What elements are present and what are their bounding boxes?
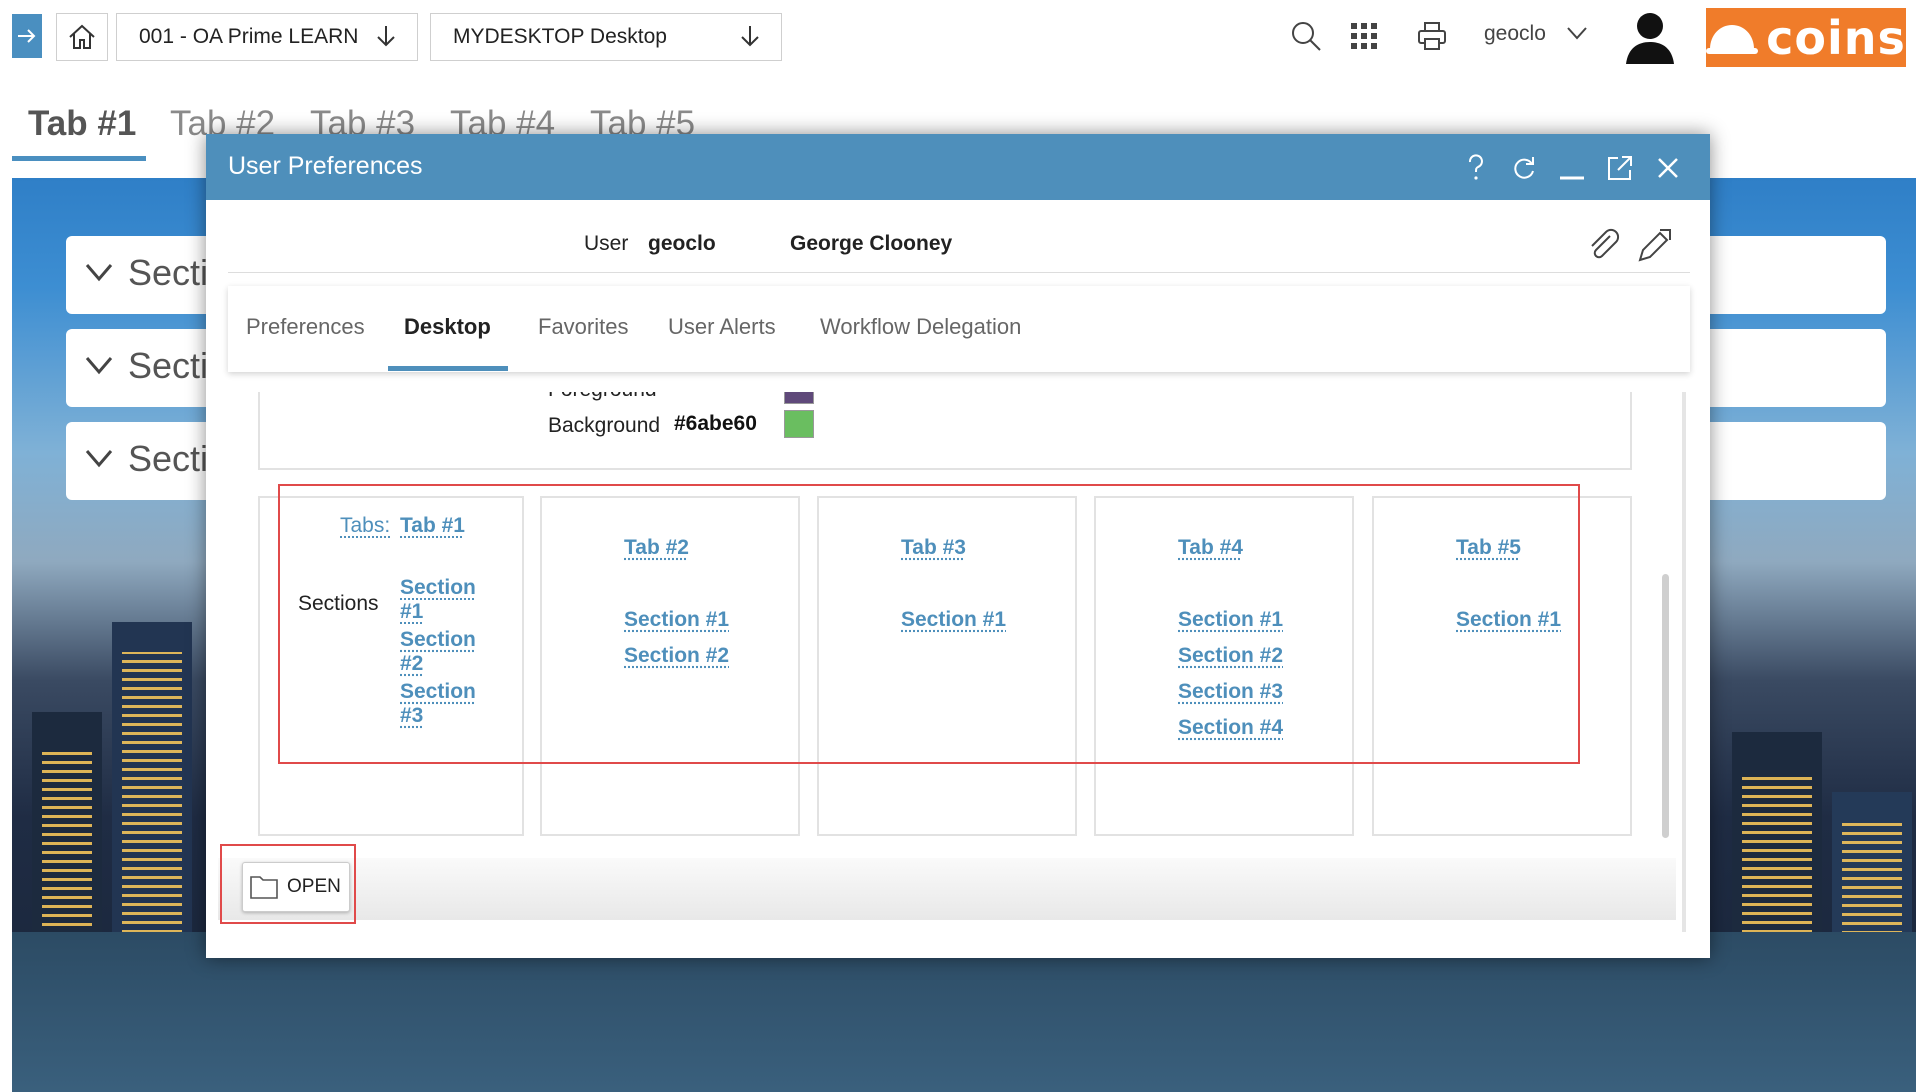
tab-favorites[interactable]: Favorites	[538, 314, 628, 340]
background-label: Background	[548, 414, 661, 437]
dialog-title-bar[interactable]: User Preferences	[206, 134, 1710, 200]
desktop-selector[interactable]: MYDESKTOP Desktop	[430, 13, 782, 61]
tab-user-alerts[interactable]: User Alerts	[668, 314, 776, 340]
preferences-tab-bar: Preferences Desktop Favorites User Alert…	[228, 286, 1690, 372]
apps-grid-icon[interactable]	[1346, 18, 1382, 54]
background-value[interactable]: #6abe60	[674, 412, 757, 436]
outer-scrollbar[interactable]	[1682, 392, 1686, 932]
paperclip-icon[interactable]	[1586, 228, 1622, 264]
edit-pencil-icon[interactable]	[1634, 228, 1672, 266]
chevron-down-icon	[85, 357, 113, 375]
chevron-down-icon[interactable]	[1566, 22, 1588, 44]
tab-1[interactable]: Tab #1	[28, 104, 136, 144]
active-tab-indicator	[12, 156, 146, 161]
user-label: User	[584, 232, 629, 255]
coins-logo: coins	[1706, 8, 1906, 67]
company-label: 001 - OA Prime LEARN	[139, 25, 359, 48]
user-full-name: George Clooney	[790, 232, 953, 255]
user-code: geoclo	[648, 232, 716, 255]
print-icon[interactable]	[1414, 18, 1450, 54]
dialog-footer	[218, 858, 1676, 920]
tab-desktop[interactable]: Desktop	[404, 314, 491, 340]
arrow-down-icon	[377, 26, 395, 47]
scrollbar-thumb[interactable]	[1662, 574, 1669, 838]
chevron-down-icon	[85, 450, 113, 468]
tab-workflow-delegation[interactable]: Workflow Delegation	[820, 314, 1021, 340]
divider	[228, 272, 1690, 273]
foreground-swatch[interactable]	[784, 392, 814, 404]
top-bar: 001 - OA Prime LEARN MYDESKTOP Desktop g…	[0, 0, 1916, 72]
company-selector[interactable]: 001 - OA Prime LEARN	[116, 13, 418, 61]
search-icon[interactable]	[1288, 18, 1324, 54]
popout-icon[interactable]	[1600, 148, 1640, 188]
dialog-title: User Preferences	[228, 152, 423, 180]
help-icon[interactable]	[1456, 148, 1496, 188]
refresh-icon[interactable]	[1504, 148, 1544, 188]
color-settings: Foreground #5f497a Background #6abe60	[258, 392, 1632, 470]
active-tab-indicator	[388, 366, 508, 371]
foreground-value[interactable]: #5f497a	[674, 392, 751, 398]
background-swatch[interactable]	[784, 410, 814, 438]
tab-preferences[interactable]: Preferences	[246, 314, 365, 340]
hardhat-icon	[1706, 24, 1759, 54]
open-button-highlight-frame	[220, 844, 356, 924]
brand-text: coins	[1766, 10, 1906, 65]
close-icon[interactable]	[1648, 148, 1688, 188]
sidebar-toggle-icon[interactable]	[12, 14, 42, 58]
home-button[interactable]	[56, 13, 108, 61]
foreground-label: Foreground	[548, 392, 657, 402]
layout-highlight-frame	[278, 484, 1580, 764]
desktop-label: MYDESKTOP Desktop	[453, 25, 667, 48]
arrow-down-icon	[741, 26, 759, 47]
home-icon	[69, 24, 95, 49]
avatar-icon[interactable]	[1620, 6, 1680, 66]
chevron-down-icon	[85, 264, 113, 282]
user-menu-label[interactable]: geoclo	[1484, 22, 1546, 46]
minimize-icon[interactable]	[1552, 148, 1592, 188]
